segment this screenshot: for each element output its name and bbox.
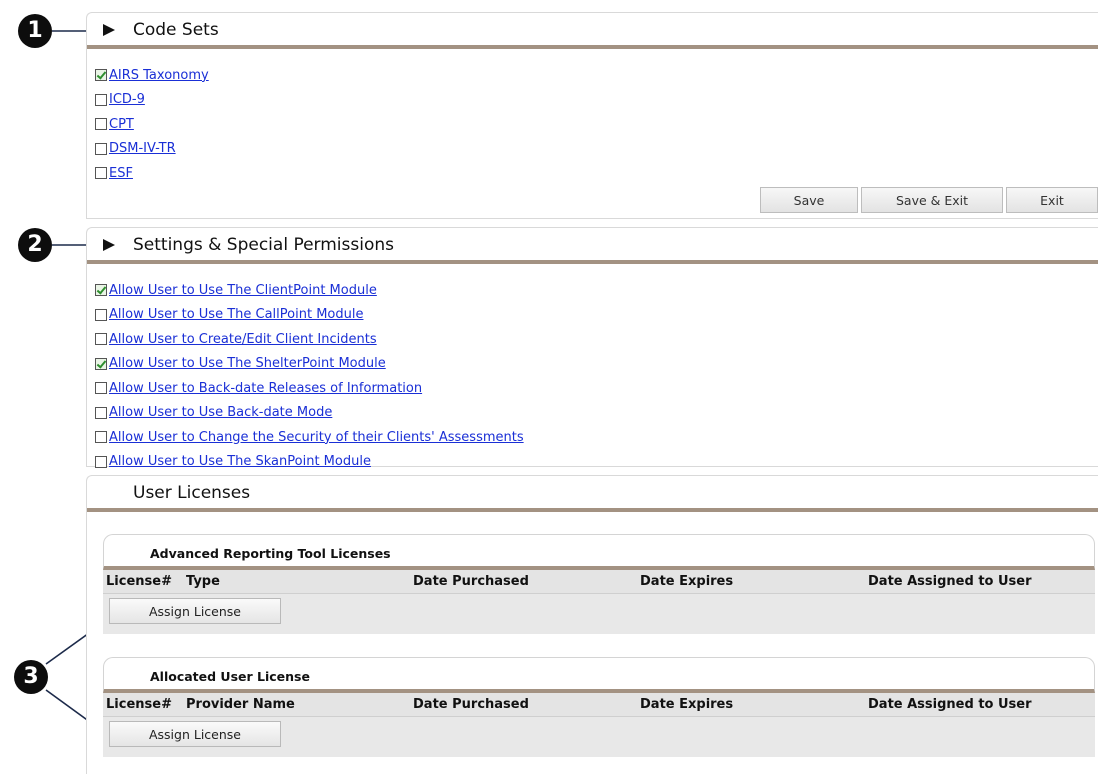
column-header-license-number: License# [106,574,172,589]
advanced-reporting-title: Advanced Reporting Tool Licenses [150,546,391,561]
column-header-date-expires: Date Expires [640,574,734,589]
allocated-license-column-headers: License# Provider Name Date Purchased Da… [103,693,1095,717]
code-sets-list: AIRS Taxonomy ICD-9 CPT DSM-IV-TR ESF [95,63,209,186]
code-set-item: ICD-9 [95,88,209,113]
code-set-item: AIRS Taxonomy [95,63,209,88]
assign-license-button[interactable]: Assign License [109,721,281,747]
column-header-date-expires: Date Expires [640,697,734,712]
permission-link-clientpoint[interactable]: Allow User to Use The ClientPoint Module [109,283,377,298]
permission-link-callpoint[interactable]: Allow User to Use The CallPoint Module [109,307,363,322]
column-header-date-assigned: Date Assigned to User [868,697,1032,712]
user-licenses-title: User Licenses [133,483,251,503]
permission-link-skanpoint[interactable]: Allow User to Use The SkanPoint Module [109,454,371,469]
permission-link-incidents[interactable]: Allow User to Create/Edit Client Inciden… [109,332,377,347]
code-set-item: ESF [95,161,209,186]
user-licenses-header: User Licenses [87,476,1098,512]
allocated-license-title: Allocated User License [150,669,310,684]
code-set-link-esf[interactable]: ESF [109,166,133,181]
permission-item: Allow User to Use The ShelterPoint Modul… [95,352,524,377]
code-set-checkbox-dsm[interactable] [95,142,107,155]
permission-item: Allow User to Use The CallPoint Module [95,303,524,328]
allocated-user-license-section: Allocated User License License# Provider… [103,657,1095,757]
column-header-provider-name: Provider Name [186,697,295,712]
column-header-date-purchased: Date Purchased [413,574,529,589]
code-set-checkbox-icd9[interactable] [95,93,107,106]
advanced-reporting-grid-body: Assign License [103,594,1095,634]
column-header-date-assigned: Date Assigned to User [868,574,1032,589]
permission-item: Allow User to Change the Security of the… [95,425,524,450]
permission-link-backdate-mode[interactable]: Allow User to Use Back-date Mode [109,405,332,420]
permission-checkbox-backdate-mode[interactable] [95,406,107,419]
permission-link-assessment-security[interactable]: Allow User to Change the Security of the… [109,430,524,445]
code-set-link-cpt[interactable]: CPT [109,117,134,132]
permission-checkbox-assessment-security[interactable] [95,431,107,444]
advanced-reporting-header: Advanced Reporting Tool Licenses [103,534,1095,570]
settings-panel: Settings & Special Permissions Allow Use… [86,227,1098,469]
code-set-link-dsm[interactable]: DSM-IV-TR [109,141,176,156]
code-set-checkbox-esf[interactable] [95,167,107,180]
code-set-checkbox-cpt[interactable] [95,118,107,131]
code-set-item: CPT [95,112,209,137]
permission-item: Allow User to Create/Edit Client Inciden… [95,327,524,352]
code-set-link-airs[interactable]: AIRS Taxonomy [109,68,209,83]
callout-badge-2: 2 [18,228,52,262]
allocated-license-header: Allocated User License [103,657,1095,693]
column-header-license-number: License# [106,697,172,712]
permission-link-backdate-roi[interactable]: Allow User to Back-date Releases of Info… [109,381,422,396]
permission-item: Allow User to Use The SkanPoint Module [95,450,524,475]
column-header-type: Type [186,574,220,589]
code-sets-button-bar: Save Save & Exit Exit [757,187,1098,213]
code-sets-header: Code Sets [87,13,1098,49]
permission-link-shelterpoint[interactable]: Allow User to Use The ShelterPoint Modul… [109,356,386,371]
permission-checkbox-incidents[interactable] [95,333,107,346]
column-header-date-purchased: Date Purchased [413,697,529,712]
permission-item: Allow User to Use The ClientPoint Module [95,278,524,303]
section-arrow-icon [103,24,115,36]
permission-checkbox-shelterpoint[interactable] [95,357,107,370]
code-set-checkbox-airs[interactable] [95,69,107,82]
code-sets-panel: Code Sets AIRS Taxonomy ICD-9 CPT DSM-IV… [86,12,1098,219]
section-arrow-icon [103,239,115,251]
code-set-link-icd9[interactable]: ICD-9 [109,92,145,107]
permission-item: Allow User to Use Back-date Mode [95,401,524,426]
callout-badge-1: 1 [18,14,52,48]
advanced-reporting-licenses-section: Advanced Reporting Tool Licenses License… [103,534,1095,634]
code-sets-title: Code Sets [133,20,219,40]
advanced-reporting-column-headers: License# Type Date Purchased Date Expire… [103,570,1095,594]
callout-badge-3: 3 [14,660,48,694]
permission-item: Allow User to Back-date Releases of Info… [95,376,524,401]
permission-checkbox-callpoint[interactable] [95,308,107,321]
allocated-license-grid-body: Assign License [103,717,1095,757]
assign-license-button[interactable]: Assign License [109,598,281,624]
settings-title: Settings & Special Permissions [133,235,394,255]
exit-button[interactable]: Exit [1006,187,1098,213]
user-licenses-panel: User Licenses Advanced Reporting Tool Li… [86,475,1098,774]
permission-checkbox-clientpoint[interactable] [95,284,107,297]
code-set-item: DSM-IV-TR [95,137,209,162]
settings-list: Allow User to Use The ClientPoint Module… [95,278,524,474]
settings-header: Settings & Special Permissions [87,228,1098,264]
permission-checkbox-backdate-roi[interactable] [95,382,107,395]
save-and-exit-button[interactable]: Save & Exit [861,187,1003,213]
permission-checkbox-skanpoint[interactable] [95,455,107,468]
save-button[interactable]: Save [760,187,858,213]
